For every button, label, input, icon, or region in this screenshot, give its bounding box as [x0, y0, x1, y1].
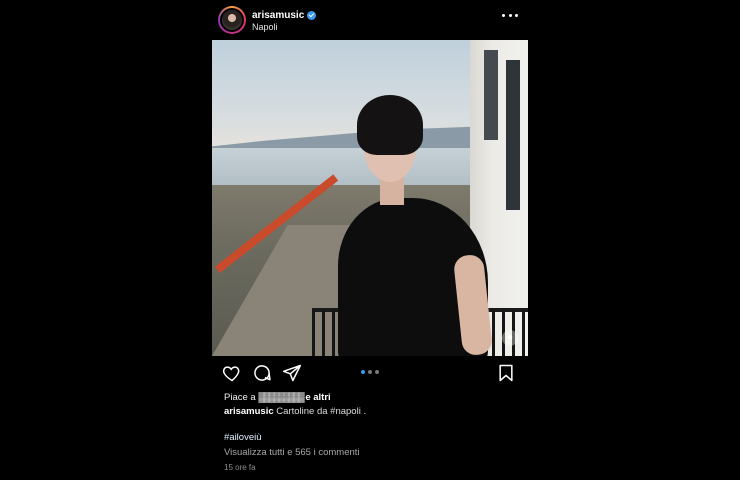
avatar[interactable]	[218, 6, 246, 34]
location-link[interactable]: Napoli	[252, 22, 278, 32]
post-photo[interactable]: ●	[212, 40, 528, 356]
likes-suffix[interactable]: e altri	[305, 392, 330, 403]
username-row[interactable]: arisamusic	[252, 10, 317, 21]
action-bar	[212, 362, 528, 384]
share-icon[interactable]	[282, 363, 302, 383]
carousel-indicator	[361, 370, 379, 374]
carousel-dot	[368, 370, 372, 374]
instagram-post: arisamusic Napoli ● Piace a ▓▓▓▓▓▓▓▓▓ e …	[212, 0, 528, 480]
verified-badge-icon	[307, 11, 317, 20]
more-options-icon[interactable]	[502, 12, 518, 18]
likes-prefix: Piace a	[224, 392, 256, 403]
post-header: arisamusic Napoli	[212, 4, 528, 38]
profile-avatar	[220, 8, 244, 32]
likes-summary[interactable]: Piace a ▓▓▓▓▓▓▓▓▓ e altri	[224, 392, 331, 403]
post-timestamp: 15 ore fa	[224, 463, 256, 472]
liker-names[interactable]: ▓▓▓▓▓▓▓▓▓	[258, 392, 304, 403]
username[interactable]: arisamusic	[252, 10, 304, 21]
caption-username[interactable]: arisamusic	[224, 406, 274, 417]
carousel-dot	[375, 370, 379, 374]
comment-icon[interactable]	[252, 363, 272, 383]
caption: arisamusic Cartoline da #napoli .	[224, 406, 366, 417]
carousel-dot-active	[361, 370, 365, 374]
bookmark-icon[interactable]	[496, 363, 516, 383]
hashtag-link[interactable]: #ailoveiù	[224, 432, 262, 443]
tagged-users-icon[interactable]: ●	[502, 330, 518, 346]
view-comments-link[interactable]: Visualizza tutti e 565 i commenti	[224, 447, 360, 458]
heart-icon[interactable]	[222, 363, 242, 383]
person-hair	[357, 95, 423, 155]
caption-text: Cartoline da #napoli .	[276, 406, 367, 417]
